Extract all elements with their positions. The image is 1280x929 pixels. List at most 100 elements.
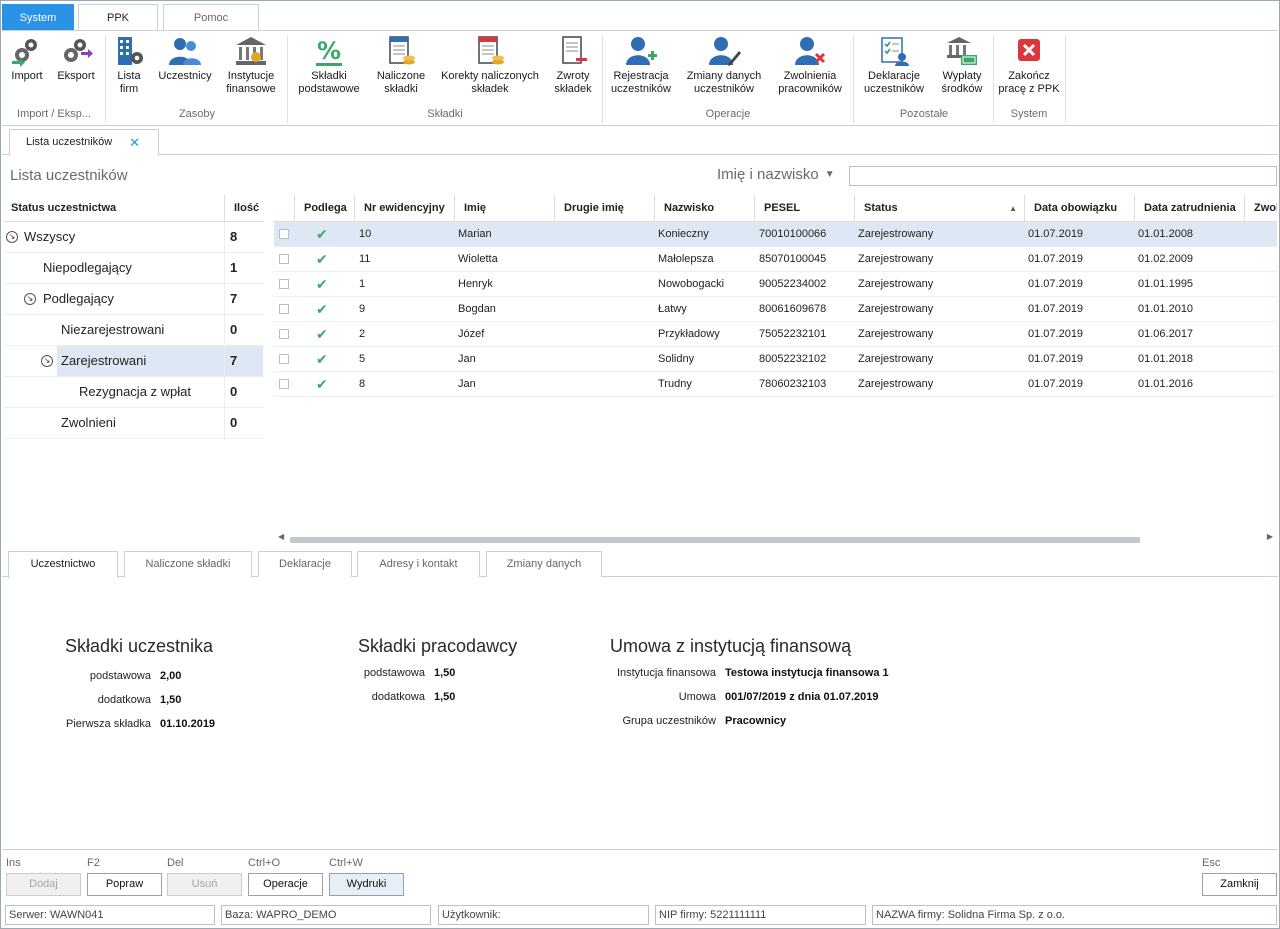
cell-zatrudnienie: 01.06.2017 [1138, 328, 1194, 340]
korekty-naliczonych-skladek-button[interactable]: Korekty naliczonych składek [436, 33, 544, 101]
row-checkbox[interactable] [279, 379, 289, 389]
tree-item-zwolnieni[interactable]: Zwolnieni 0 [4, 408, 264, 439]
row-checkbox[interactable] [279, 279, 289, 289]
column-header-pesel[interactable]: PESEL [754, 195, 854, 222]
tree-item-rezygnacja[interactable]: Rezygnacja z wpłat 0 [4, 377, 264, 408]
tab-adresy-i-kontakt[interactable]: Adresy i kontakt [357, 551, 480, 577]
delete-button[interactable]: Usuń [167, 873, 242, 896]
field-label: dodatkowa [97, 694, 151, 706]
tab-deklaracje[interactable]: Deklaracje [258, 551, 352, 577]
column-header-nr-ewidencyjny[interactable]: Nr ewidencyjny [354, 195, 454, 222]
cell-obowiazek: 01.07.2019 [1028, 278, 1084, 290]
search-input[interactable] [849, 166, 1277, 186]
column-header-imie[interactable]: Imię [454, 195, 554, 222]
group-label-operacje: Operacje [705, 108, 751, 120]
row-checkbox[interactable] [279, 329, 289, 339]
column-header-status[interactable]: Status ▲ [854, 195, 1024, 222]
expand-icon[interactable]: ↘ [41, 355, 53, 367]
tree-item-niepodlegajacy[interactable]: Niepodlegający 1 [4, 253, 264, 284]
scroll-left-icon[interactable]: ◀ [278, 532, 284, 541]
deklaracje-uczestnikow-button[interactable]: Deklaracje uczestników [858, 33, 930, 101]
tab-system[interactable]: System [2, 4, 74, 31]
table-row[interactable]: ✔ 11 Wioletta Małolepsza 85070100045 Zarejest… [274, 247, 1277, 272]
tree-item-zarejestrowani[interactable]: ↘ Zarejestrowani 7 [4, 346, 264, 377]
tree-item-label: Podlegający [43, 291, 114, 306]
tab-naliczone-skladki[interactable]: Naliczone składki [124, 551, 252, 577]
expand-icon[interactable]: ↘ [6, 231, 18, 243]
zakoncz-prace-button[interactable]: Zakończ pracę z PPK [997, 33, 1061, 101]
cell-zatrudnienie: 01.02.2009 [1138, 253, 1194, 265]
column-header-data-zatrudnienia[interactable]: Data zatrudnienia [1134, 195, 1244, 222]
tree-item-niezarejestrowani[interactable]: Niezarejestrowani 0 [4, 315, 264, 346]
doc-tab-lista-uczestnikow[interactable]: Lista uczestników ✕ [9, 129, 159, 155]
rejestracja-uczestnikow-button[interactable]: Rejestracja uczestników [606, 33, 676, 101]
tab-pomoc[interactable]: Pomoc [163, 4, 259, 31]
field-value-pracodawca-podstawowa: 1,50 [434, 667, 456, 679]
edit-button[interactable]: Popraw [87, 873, 162, 896]
instytucje-finansowe-button[interactable]: Instytucje finansowe [220, 33, 282, 101]
scrollbar-thumb[interactable] [290, 537, 1140, 543]
close-button[interactable]: Zamknij [1202, 873, 1277, 896]
cell-imie: Bogdan [458, 303, 496, 315]
footer-divider [2, 849, 1278, 850]
scroll-right-icon[interactable]: ▶ [1267, 532, 1273, 541]
row-checkbox[interactable] [279, 254, 289, 264]
filter-field-dropdown[interactable]: Imię i nazwisko ▼ [717, 166, 835, 183]
tab-ppk[interactable]: PPK [78, 4, 158, 32]
column-header-podlega[interactable]: Podlega [294, 195, 354, 222]
import-button[interactable]: Import [5, 33, 49, 101]
zwolnienia-pracownikow-button[interactable]: Zwolnienia pracowników [770, 33, 850, 101]
tab-zmiany-danych[interactable]: Zmiany danych [486, 551, 602, 577]
cell-zatrudnienie: 01.01.2016 [1138, 378, 1194, 390]
table-row[interactable]: ✔ 2 Józef Przykładowy 75052232101 Zarejestrow… [274, 322, 1277, 347]
close-tab-icon[interactable]: ✕ [129, 130, 140, 155]
expand-icon[interactable]: ↘ [24, 293, 36, 305]
document-tab-bar: Lista uczestników ✕ [2, 127, 1278, 155]
tree-item-podlegajacy[interactable]: ↘ Podlegający 7 [4, 284, 264, 315]
cell-nazwisko: Przykładowy [658, 328, 720, 340]
table-row[interactable]: ✔ 9 Bogdan Łatwy 80061609678 Zarejestrowany 01… [274, 297, 1277, 322]
wyplaty-srodkow-button[interactable]: Wypłaty środków [935, 33, 989, 101]
zmiany-label-2: uczestników [694, 83, 754, 95]
wyplaty-label-1: Wypłaty [942, 70, 982, 82]
group-label-zasoby: Zasoby [178, 108, 216, 120]
column-header-data-obowiazku[interactable]: Data obowiązku [1024, 195, 1134, 222]
cell-nazwisko: Konieczny [658, 228, 709, 240]
tree-item-label: Zwolnieni [61, 415, 116, 430]
tab-uczestnictwo[interactable]: Uczestnictwo [8, 551, 118, 578]
document-return-icon [562, 36, 587, 64]
zwolnienia-label-2: pracowników [778, 83, 842, 95]
row-checkbox[interactable] [279, 354, 289, 364]
table-row[interactable]: ✔ 1 Henryk Nowobogacki 90052234002 Zarejestro… [274, 272, 1277, 297]
edit-user-icon [709, 37, 741, 66]
horizontal-scrollbar[interactable]: ◀ ▶ [274, 532, 1277, 546]
table-row[interactable]: ✔ 5 Jan Solidny 80052232102 Zarejestrowany 01.… [274, 347, 1277, 372]
row-checkbox[interactable] [279, 229, 289, 239]
status-tree: Status uczestnictwa Ilość ↘ Wszyscy 8 Ni… [4, 195, 264, 439]
column-header-drugie-imie[interactable]: Drugie imię [554, 195, 654, 222]
tree-item-label: Niezarejestrowani [61, 322, 165, 337]
uczestnicy-button[interactable]: Uczestnicy [154, 33, 216, 101]
export-button[interactable]: Eksport [52, 33, 100, 101]
print-button[interactable]: Wydruki [329, 873, 404, 896]
row-checkbox[interactable] [279, 304, 289, 314]
skladki-podstawowe-button[interactable]: % Składki podstawowe [291, 33, 367, 101]
table-row[interactable]: ✔ 10 Marian Konieczny 70010100066 Zarejestrow… [274, 222, 1277, 247]
naliczone-skladki-button[interactable]: Naliczone składki [370, 33, 432, 101]
lista-firm-button[interactable]: Lista firm [109, 33, 149, 101]
hotkey-hint: Ctrl+O [248, 857, 281, 869]
column-header-nazwisko[interactable]: Nazwisko [654, 195, 754, 222]
zmiany-danych-uczestnikow-button[interactable]: Zmiany danych uczestników [682, 33, 766, 101]
zwroty-skladek-button[interactable]: Zwroty składek [548, 33, 598, 101]
add-button[interactable]: Dodaj [6, 873, 81, 896]
naliczone-label-1: Naliczone [376, 70, 426, 82]
table-row[interactable]: ✔ 8 Jan Trudny 78060232103 Zarejestrowany 01.0… [274, 372, 1277, 397]
column-header-zwol[interactable]: Zwol [1244, 195, 1277, 222]
operations-button[interactable]: Operacje [248, 873, 323, 896]
tree-header-count: Ilość [224, 195, 264, 222]
check-icon: ✔ [316, 251, 328, 267]
field-value-grupa: Pracownicy [725, 715, 787, 727]
cell-pesel: 90052234002 [759, 278, 827, 290]
tree-item-wszyscy[interactable]: ↘ Wszyscy 8 [4, 222, 264, 253]
field-label: Umowa [678, 691, 716, 703]
